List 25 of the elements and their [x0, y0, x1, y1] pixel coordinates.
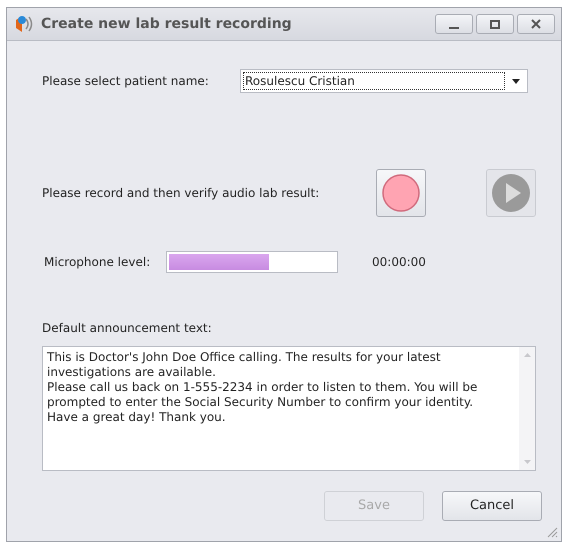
dialog-button[interactable]: Cancel: [442, 491, 542, 521]
resize-grip-icon: [546, 526, 558, 538]
announcement-textarea[interactable]: [42, 346, 536, 471]
patient-dropdown[interactable]: Rosulescu Cristian: [240, 69, 528, 93]
close-button[interactable]: [517, 14, 555, 34]
announcement-text: This is Doctor's John Doe Office calling. The results for your latest investigations are available. Please call us back on 1-555-2234 in order to listen to them. You will be prompted to enter the Social Security Number to confirm your identity. Have a great day! Thank you.: [46, 349, 478, 426]
record-label: Please record and then verify audio lab result:: [42, 185, 320, 202]
record-icon: [382, 174, 420, 212]
speaker-icon: [13, 14, 35, 34]
microphone-label: Microphone level:: [43, 254, 152, 271]
maximize-icon: [490, 20, 500, 28]
minimize-icon: [449, 26, 459, 28]
play-icon: [491, 173, 531, 213]
caret-icon: [512, 78, 520, 84]
dropdown-value: Rosulescu Cristian: [243, 72, 505, 90]
patient-label: Please select patient name:: [42, 73, 210, 90]
elapsed-time: 00:00:00: [372, 254, 426, 271]
close-icon: [531, 19, 541, 29]
scroll-up-icon: [524, 353, 530, 357]
scroll-down-icon: [524, 460, 530, 464]
maximize-button[interactable]: [476, 14, 514, 34]
window-title: Create new lab result recording: [41, 14, 292, 34]
announcement-label: Default announcement text:: [42, 320, 213, 337]
record-button[interactable]: [376, 169, 426, 217]
minimize-button[interactable]: [435, 14, 473, 34]
